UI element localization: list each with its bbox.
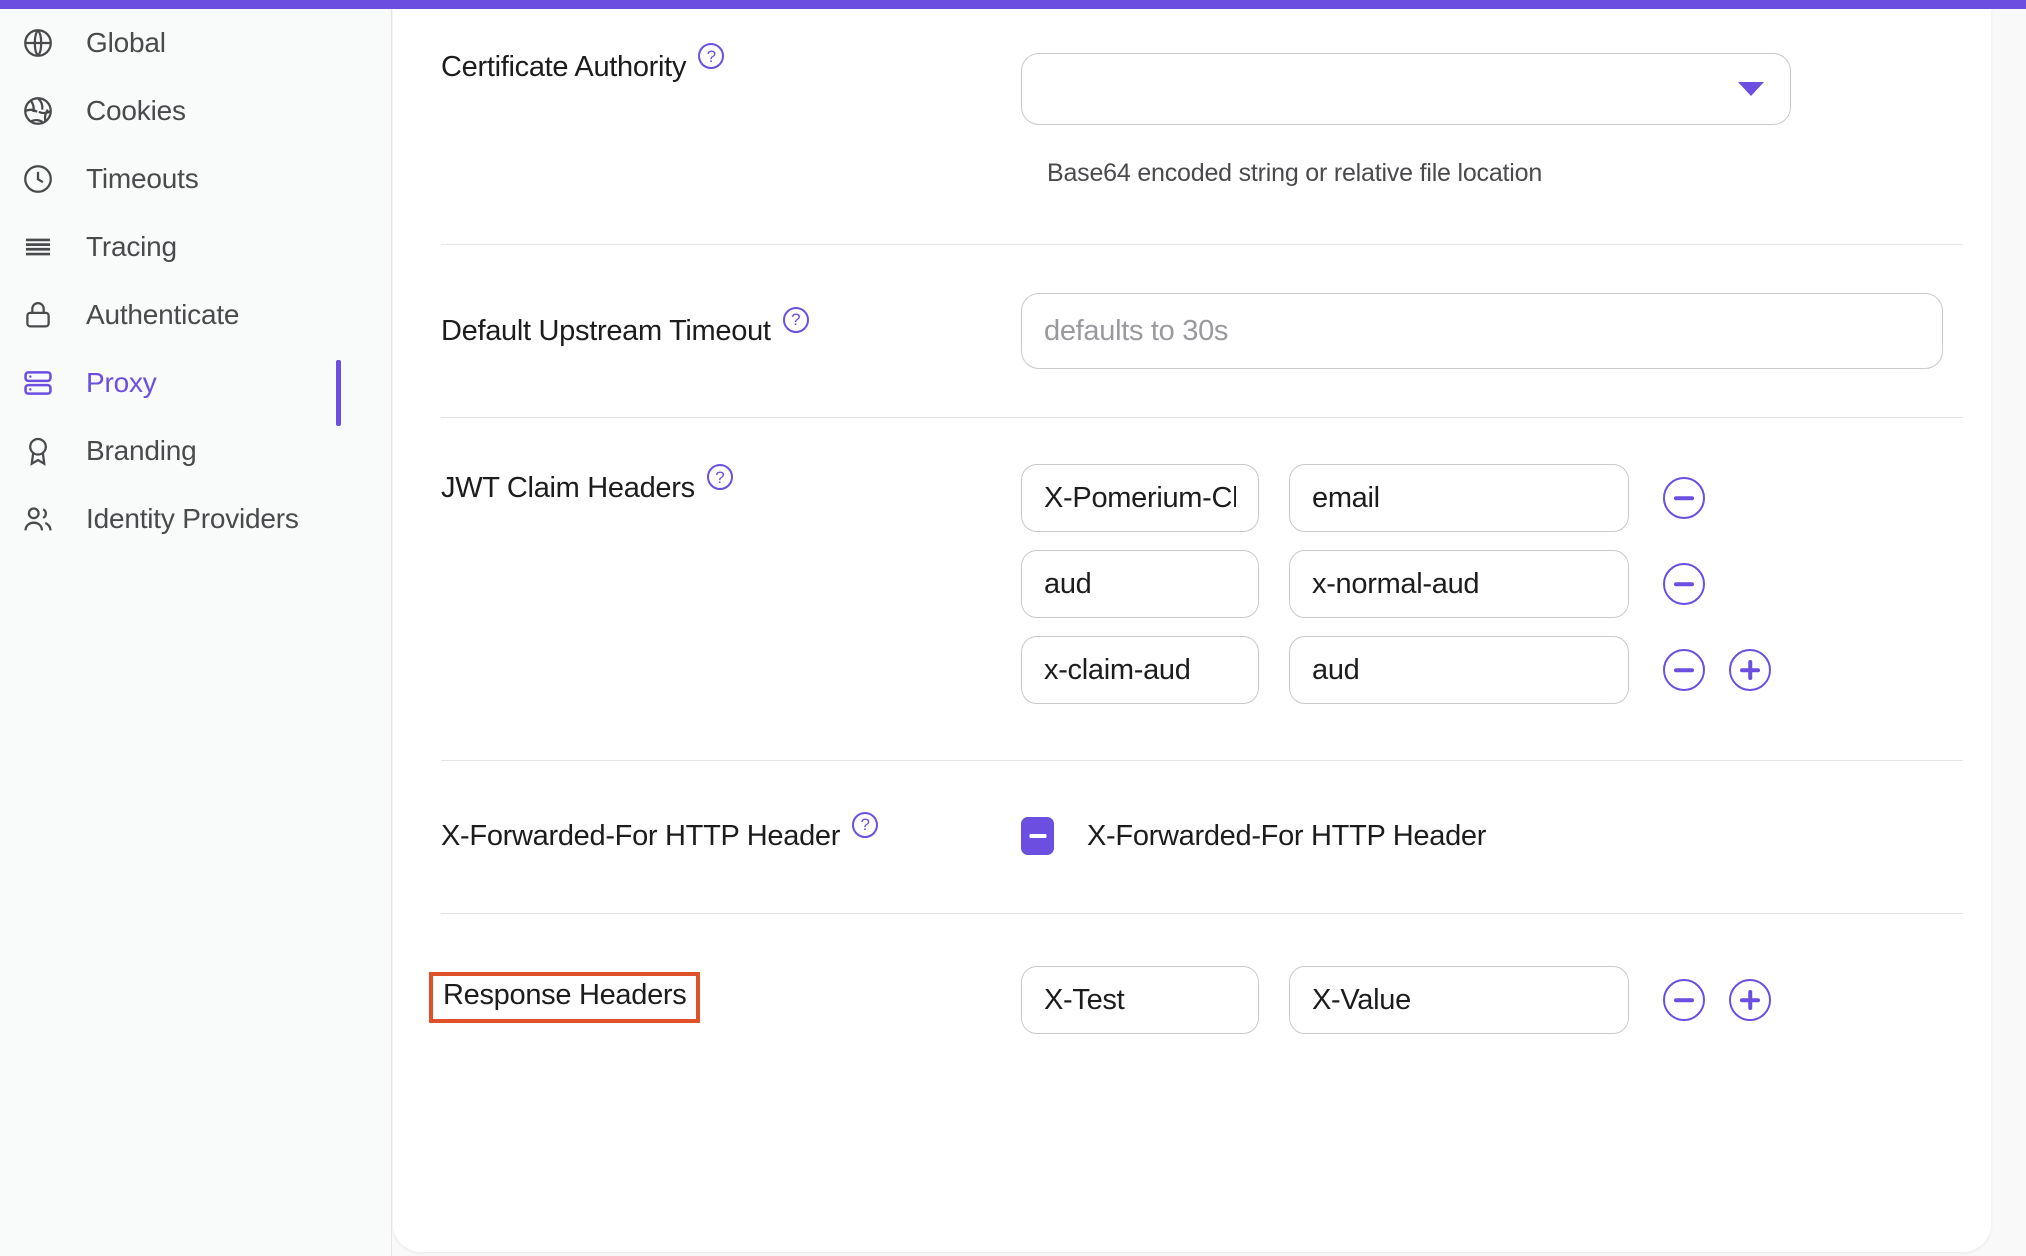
response-header-row-actions: [1663, 979, 1795, 1021]
sidebar-item-proxy[interactable]: Proxy: [0, 349, 391, 417]
add-row-button[interactable]: [1729, 979, 1771, 1021]
help-icon[interactable]: ?: [852, 812, 878, 838]
jwt-claim-key-input[interactable]: [1021, 636, 1259, 704]
response-headers-field: [1021, 966, 1963, 1034]
app-root: Global Cookies Timeouts: [0, 0, 2026, 1256]
lines-icon: [18, 227, 58, 267]
sidebar-item-label: Tracing: [86, 231, 177, 263]
help-icon[interactable]: ?: [783, 307, 809, 333]
sidebar-item-label: Identity Providers: [86, 503, 299, 535]
x-forwarded-for-checkbox[interactable]: [1021, 817, 1054, 855]
sidebar-item-label: Global: [86, 27, 166, 59]
remove-row-button[interactable]: [1663, 477, 1705, 519]
sidebar-item-cookies[interactable]: Cookies: [0, 77, 391, 145]
jwt-claim-headers-field: [1021, 464, 1963, 722]
x-forwarded-for-label: X-Forwarded-For HTTP Header ?: [441, 822, 1021, 851]
sidebar-item-authenticate[interactable]: Authenticate: [0, 281, 391, 349]
certificate-authority-label: Certificate Authority ?: [441, 53, 1021, 82]
row-jwt-claim-headers: JWT Claim Headers ?: [393, 418, 1991, 722]
default-upstream-timeout-label: Default Upstream Timeout ?: [441, 317, 1021, 346]
default-upstream-timeout-field: [1021, 293, 1963, 369]
lock-icon: [18, 295, 58, 335]
row-response-headers: Response Headers: [393, 914, 1991, 1034]
jwt-claim-row-actions: [1663, 477, 1729, 519]
sidebar-item-label: Proxy: [86, 367, 157, 399]
response-header-key-input[interactable]: [1021, 966, 1259, 1034]
jwt-claim-value-input[interactable]: [1289, 636, 1629, 704]
remove-row-button[interactable]: [1663, 563, 1705, 605]
certificate-authority-field: Base64 encoded string or relative file l…: [1021, 53, 1963, 188]
sidebar-item-global[interactable]: Global: [0, 9, 391, 77]
settings-panel: Certificate Authority ? Base64 encoded s…: [393, 9, 1991, 1252]
remove-row-button[interactable]: [1663, 649, 1705, 691]
jwt-claim-key-input[interactable]: [1021, 550, 1259, 618]
row-default-upstream-timeout: Default Upstream Timeout ?: [393, 245, 1991, 369]
jwt-claim-value-input[interactable]: [1289, 550, 1629, 618]
row-certificate-authority: Certificate Authority ? Base64 encoded s…: [393, 9, 1991, 188]
response-header-value-input[interactable]: [1289, 966, 1629, 1034]
sidebar-nav: Global Cookies Timeouts: [0, 9, 392, 1256]
response-headers-label: Response Headers: [441, 978, 1021, 1023]
certificate-authority-select[interactable]: [1021, 53, 1791, 125]
sidebar-item-label: Timeouts: [86, 163, 199, 195]
remove-row-button[interactable]: [1663, 979, 1705, 1021]
sidebar-item-timeouts[interactable]: Timeouts: [0, 145, 391, 213]
server-icon: [18, 363, 58, 403]
row-x-forwarded-for: X-Forwarded-For HTTP Header ? X-Forwarde…: [393, 761, 1991, 855]
award-icon: [18, 431, 58, 471]
sidebar-item-tracing[interactable]: Tracing: [0, 213, 391, 281]
jwt-claim-row-actions: [1663, 563, 1729, 605]
chevron-down-icon: [1738, 82, 1764, 96]
users-icon: [18, 499, 58, 539]
jwt-claim-row-actions: [1663, 649, 1795, 691]
sidebar-item-label: Authenticate: [86, 299, 239, 331]
jwt-claim-value-input[interactable]: [1289, 464, 1629, 532]
globe-icon: [18, 23, 58, 63]
response-headers-highlight: Response Headers: [429, 972, 700, 1023]
add-row-button[interactable]: [1729, 649, 1771, 691]
certificate-authority-helper-text: Base64 encoded string or relative file l…: [1047, 159, 1963, 188]
help-icon[interactable]: ?: [698, 43, 724, 69]
default-upstream-timeout-input[interactable]: [1021, 293, 1943, 369]
x-forwarded-for-checkbox-line: X-Forwarded-For HTTP Header: [1021, 817, 1963, 855]
sidebar-item-label: Cookies: [86, 95, 186, 127]
jwt-claim-key-input[interactable]: [1021, 464, 1259, 532]
response-header-row: [1021, 966, 1963, 1034]
sidebar-item-branding[interactable]: Branding: [0, 417, 391, 485]
jwt-claim-row: [1021, 550, 1963, 618]
x-forwarded-for-checkbox-label: X-Forwarded-For HTTP Header: [1087, 820, 1486, 853]
help-icon[interactable]: ?: [707, 464, 733, 490]
clock-icon: [18, 159, 58, 199]
jwt-claim-headers-label: JWT Claim Headers ?: [441, 464, 1021, 503]
sidebar-item-identity-providers[interactable]: Identity Providers: [0, 485, 391, 553]
jwt-claim-row: [1021, 636, 1963, 704]
jwt-claim-row: [1021, 464, 1963, 532]
sidebar-item-label: Branding: [86, 435, 196, 467]
cookie-icon: [18, 91, 58, 131]
top-accent-bar: [0, 0, 2026, 9]
x-forwarded-for-field: X-Forwarded-For HTTP Header: [1021, 817, 1963, 855]
